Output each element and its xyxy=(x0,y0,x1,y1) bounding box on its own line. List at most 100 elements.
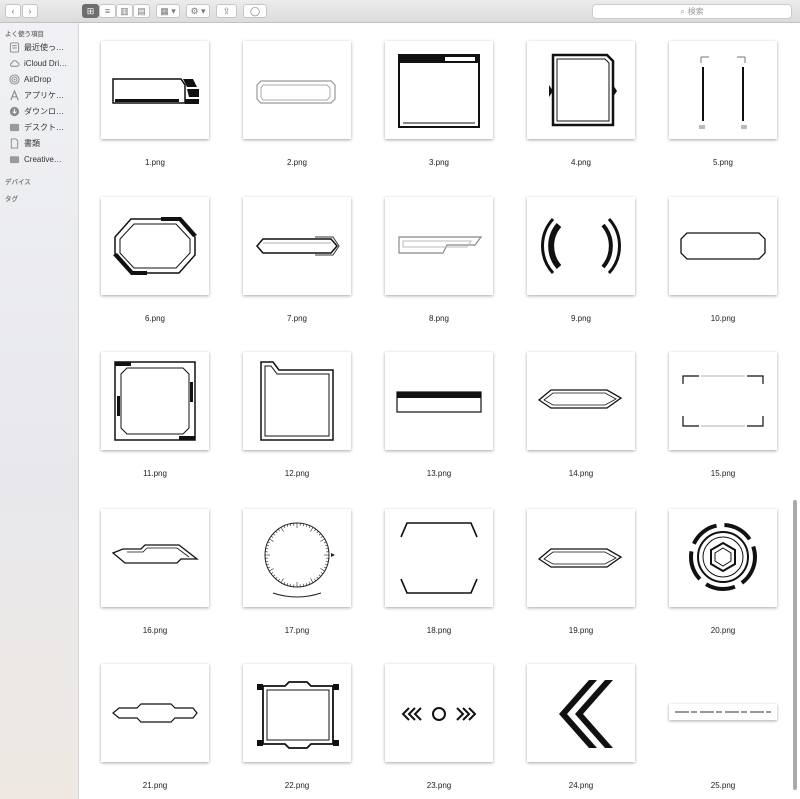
file-item[interactable]: 21.png xyxy=(101,664,209,790)
folder-icon xyxy=(9,155,20,163)
dial-tick xyxy=(305,582,308,586)
sidebar-item-recents[interactable]: 最近使っ… xyxy=(9,40,77,54)
file-item[interactable]: 16.png xyxy=(101,509,209,635)
file-item[interactable]: 24.png xyxy=(527,664,635,790)
dial-tick xyxy=(277,528,280,532)
file-name: 17.png xyxy=(284,626,310,635)
cloud-icon xyxy=(10,59,20,67)
file-thumbnail xyxy=(101,352,209,450)
sidebar-item-label: Creative… xyxy=(24,154,62,164)
file-item[interactable]: 1.png xyxy=(101,41,209,167)
file-item[interactable]: 5.png xyxy=(669,41,777,167)
gear-icon: ⚙ ▾ xyxy=(190,5,206,16)
file-item[interactable]: 4.png xyxy=(527,41,635,167)
dial-tick xyxy=(318,574,321,577)
file-name: 5.png xyxy=(712,158,734,167)
file-thumbnail xyxy=(101,197,209,295)
sidebar-item-label: AirDrop xyxy=(24,74,52,84)
dial-tick xyxy=(310,578,314,583)
file-thumbnail xyxy=(385,664,493,762)
file-item[interactable]: 15.png xyxy=(669,352,777,478)
documents-icon xyxy=(10,137,19,149)
gallery-icon: ▤ xyxy=(137,5,146,16)
file-thumbnail xyxy=(669,704,777,720)
dial-tick xyxy=(273,574,276,577)
file-name: 4.png xyxy=(570,158,592,167)
file-item[interactable]: 7.png xyxy=(243,197,351,323)
sidebar-item-label: iCloud Dri… xyxy=(24,58,68,68)
dial-tick xyxy=(273,533,276,536)
file-name: 16.png xyxy=(142,626,168,635)
dial-tick xyxy=(267,541,271,544)
file-item[interactable]: 9.png xyxy=(527,197,635,323)
recents-icon xyxy=(9,41,20,53)
file-item[interactable]: 13.png xyxy=(385,352,493,478)
file-name: 2.png xyxy=(286,158,308,167)
file-item[interactable]: 25.png xyxy=(669,664,777,790)
sidebar-item-creative[interactable]: Creative… xyxy=(9,152,77,166)
group-by-button[interactable]: ▦ ▾ xyxy=(156,4,180,18)
gallery-view-button[interactable]: ▤ xyxy=(133,4,150,18)
back-button[interactable]: ‹ xyxy=(5,4,21,18)
sidebar-item-documents[interactable]: 書類 xyxy=(9,136,77,150)
dial-tick xyxy=(320,568,325,572)
list-view-button[interactable]: ≡ xyxy=(99,4,116,18)
file-name: 19.png xyxy=(568,626,594,635)
file-thumbnail xyxy=(669,352,777,450)
finder-toolbar: ‹ › ⊞ ≡ ▥ ▤ ▦ ▾ ⚙ ▾ ⇪ ◯ ⌕ 検索 xyxy=(0,0,800,23)
tags-button[interactable]: ◯ xyxy=(243,4,267,18)
file-name: 13.png xyxy=(426,469,452,478)
file-thumbnail xyxy=(669,197,777,295)
file-thumbnail xyxy=(101,509,209,607)
sidebar-item-applications[interactable]: アプリケ… xyxy=(9,88,77,102)
sidebar-item-icloud[interactable]: iCloud Dri… xyxy=(9,56,77,70)
devices-header: デバイス xyxy=(5,179,31,186)
vertical-scrollbar[interactable] xyxy=(793,500,797,790)
airdrop-icon xyxy=(9,73,20,85)
file-thumbnail xyxy=(385,352,493,450)
file-thumbnail xyxy=(243,197,351,295)
dial-tick xyxy=(270,572,274,575)
file-name: 1.png xyxy=(144,158,166,167)
file-item[interactable]: 18.png xyxy=(385,509,493,635)
file-item[interactable]: 3.png xyxy=(385,41,493,167)
file-item[interactable]: 12.png xyxy=(243,352,351,478)
file-thumbnail xyxy=(101,41,209,139)
file-name: 23.png xyxy=(426,781,452,790)
tags-header: タグ xyxy=(5,196,18,203)
dial-tick xyxy=(280,527,284,532)
action-menu-button[interactable]: ⚙ ▾ xyxy=(186,4,210,18)
file-thumbnail xyxy=(243,509,351,607)
file-item[interactable]: 8.png xyxy=(385,197,493,323)
file-name: 12.png xyxy=(284,469,310,478)
file-item[interactable]: 23.png xyxy=(385,664,493,790)
file-item[interactable]: 20.png xyxy=(669,509,777,635)
sidebar-item-desktop[interactable]: デスクト… xyxy=(9,120,77,134)
icon-view-button[interactable]: ⊞ xyxy=(82,4,99,18)
sidebar-item-airdrop[interactable]: AirDrop xyxy=(9,72,77,86)
forward-button[interactable]: › xyxy=(22,4,38,18)
file-item[interactable]: 2.png xyxy=(243,41,351,167)
file-item[interactable]: 22.png xyxy=(243,664,351,790)
file-thumbnail xyxy=(243,41,351,139)
dial-tick xyxy=(275,531,278,534)
file-thumbnail xyxy=(527,41,635,139)
file-item[interactable]: 17.png xyxy=(243,509,351,635)
desktop-folder-icon xyxy=(9,123,20,131)
file-item[interactable]: 19.png xyxy=(527,509,635,635)
tag-icon: ◯ xyxy=(249,5,261,16)
dial-tick xyxy=(324,563,328,566)
file-item[interactable]: 14.png xyxy=(527,352,635,478)
file-item[interactable]: 10.png xyxy=(669,197,777,323)
dial-tick xyxy=(270,535,274,538)
file-name: 8.png xyxy=(428,314,450,323)
search-field[interactable]: ⌕ 検索 xyxy=(592,4,792,19)
share-button[interactable]: ⇪ xyxy=(216,4,237,18)
sidebar-item-downloads[interactable]: ダウンロ… xyxy=(9,104,77,118)
file-name: 3.png xyxy=(428,158,450,167)
file-name: 14.png xyxy=(568,469,594,478)
file-item[interactable]: 11.png xyxy=(101,352,209,478)
column-view-button[interactable]: ▥ xyxy=(116,4,133,18)
file-item[interactable]: 6.png xyxy=(101,197,209,323)
dial-tick xyxy=(314,528,317,532)
